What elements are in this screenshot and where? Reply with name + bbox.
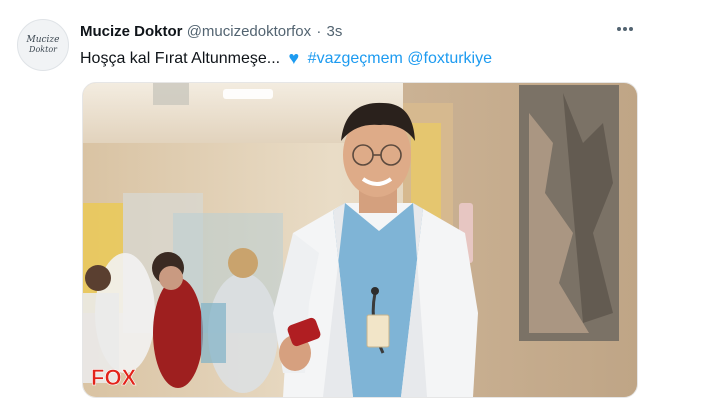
display-name[interactable]: Mucize Doktor	[80, 23, 183, 40]
avatar[interactable]: Mucize Doktor	[17, 19, 69, 71]
hospital-scene-photo: FOX	[83, 83, 637, 397]
more-horizontal-icon[interactable]	[612, 19, 638, 43]
mention-link[interactable]: @foxturkiye	[407, 50, 492, 67]
timestamp[interactable]: 3s	[326, 23, 342, 40]
avatar-text-line2: Doktor	[29, 45, 57, 54]
tweet-body: Hoşça kal Fırat Altunmeşe...	[80, 50, 281, 67]
fox-watermark: FOX	[91, 365, 137, 390]
blue-heart-icon: ♥	[288, 48, 300, 68]
avatar-text-line1: Mucize	[26, 35, 60, 45]
tweet-media-image[interactable]: FOX	[82, 82, 638, 398]
tweet-text: Hoşça kal Fırat Altunmeşe... ♥ #vazgeçme…	[80, 48, 492, 69]
separator-dot: ·	[316, 23, 322, 40]
hashtag-link[interactable]: #vazgeçmem	[308, 50, 403, 67]
tweet-card[interactable]: Mucize Doktor Mucize Doktor @mucizedokto…	[0, 0, 703, 419]
user-handle[interactable]: @mucizedoktorfox	[187, 23, 311, 40]
tweet-header: Mucize Doktor @mucizedoktorfox · 3s	[80, 23, 342, 40]
